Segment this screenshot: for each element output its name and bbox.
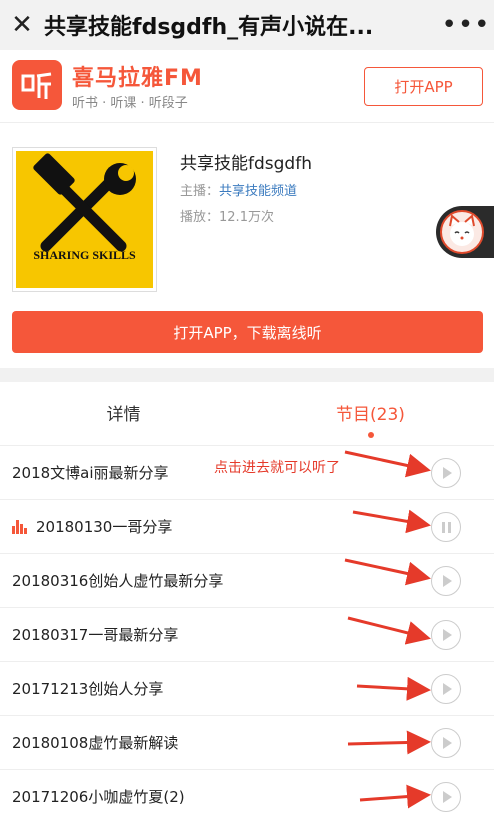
- play-button[interactable]: [431, 566, 461, 596]
- episode-title: 20171213创始人分享: [12, 680, 164, 698]
- app-logo: [12, 60, 62, 110]
- play-button[interactable]: [431, 674, 461, 704]
- cover-text: SHARING SKILLS: [33, 248, 136, 262]
- annotation-text: 点击进去就可以听了: [214, 460, 340, 476]
- section-divider: [0, 368, 494, 382]
- list-item[interactable]: 20180317一哥最新分享: [0, 608, 494, 662]
- tab-programs-label: 节目(23): [336, 405, 405, 425]
- floating-mascot-button[interactable]: [436, 206, 494, 258]
- episode-title: 20180316创始人虚竹最新分享: [12, 572, 224, 590]
- play-button[interactable]: [431, 728, 461, 758]
- brand-name: 喜马拉雅FM: [72, 66, 203, 91]
- play-icon: [443, 467, 452, 479]
- page-title: 共享技能fdsgdfh_有声小说在...: [44, 15, 374, 40]
- play-button[interactable]: [431, 620, 461, 650]
- tab-details[interactable]: 详情: [0, 382, 247, 445]
- list-item[interactable]: 20171206小咖虚竹夏(2): [0, 770, 494, 822]
- host-label: 主播：: [180, 184, 220, 199]
- list-item[interactable]: 20180130一哥分享: [0, 500, 494, 554]
- episode-list: 2018文博ai丽最新分享 20180130一哥分享 20180316创始人虚竹…: [0, 446, 494, 822]
- episode-title: 2018文博ai丽最新分享: [12, 464, 169, 482]
- album-title: 共享技能fdsgdfh: [180, 154, 312, 174]
- tools-icon: [33, 153, 136, 252]
- download-offline-button[interactable]: 打开APP，下载离线听: [12, 311, 483, 353]
- host-info: 主播：共享技能频道: [180, 180, 297, 199]
- tab-bar: 详情 节目(23): [0, 382, 494, 446]
- episode-title: 20180317一哥最新分享: [12, 626, 179, 644]
- active-tab-indicator: [367, 432, 374, 438]
- play-icon: [443, 683, 452, 695]
- play-icon: [443, 791, 452, 803]
- play-button[interactable]: [431, 458, 461, 488]
- tab-programs[interactable]: 节目(23): [247, 382, 494, 445]
- play-button[interactable]: [431, 782, 461, 812]
- pause-button[interactable]: [431, 512, 461, 542]
- cat-mascot-icon: [440, 210, 484, 254]
- list-item[interactable]: 20180316创始人虚竹最新分享: [0, 554, 494, 608]
- album-info: SHARING SKILLS 共享技能fdsgdfh 主播：共享技能频道 播放：…: [0, 123, 494, 368]
- list-item[interactable]: 20180108虚竹最新解读: [0, 716, 494, 770]
- brand-header: 喜马拉雅FM 听书 · 听课 · 听段子 打开APP: [0, 50, 494, 123]
- more-icon[interactable]: •••: [438, 0, 494, 50]
- play-icon: [443, 575, 452, 587]
- open-app-button[interactable]: 打开APP: [364, 67, 483, 106]
- episode-title: 20171206小咖虚竹夏(2): [12, 788, 185, 806]
- now-playing-icon: [12, 519, 28, 534]
- brand-slogan: 听书 · 听课 · 听段子: [72, 96, 188, 111]
- host-link[interactable]: 共享技能频道: [219, 184, 297, 199]
- episode-title: 20180108虚竹最新解读: [12, 734, 179, 752]
- title-bar: ✕ 共享技能fdsgdfh_有声小说在... •••: [0, 0, 494, 50]
- album-cover[interactable]: SHARING SKILLS: [12, 147, 157, 292]
- play-icon: [443, 629, 452, 641]
- play-count: 播放：12.1万次: [180, 206, 274, 225]
- pause-icon: [441, 521, 451, 533]
- plays-label: 播放：: [180, 210, 220, 225]
- close-icon[interactable]: ✕: [0, 0, 44, 50]
- episode-title: 20180130一哥分享: [36, 518, 173, 536]
- ting-logo-icon: [21, 72, 52, 99]
- plays-value: 12.1万次: [219, 210, 274, 225]
- list-item[interactable]: 20171213创始人分享: [0, 662, 494, 716]
- play-icon: [443, 737, 452, 749]
